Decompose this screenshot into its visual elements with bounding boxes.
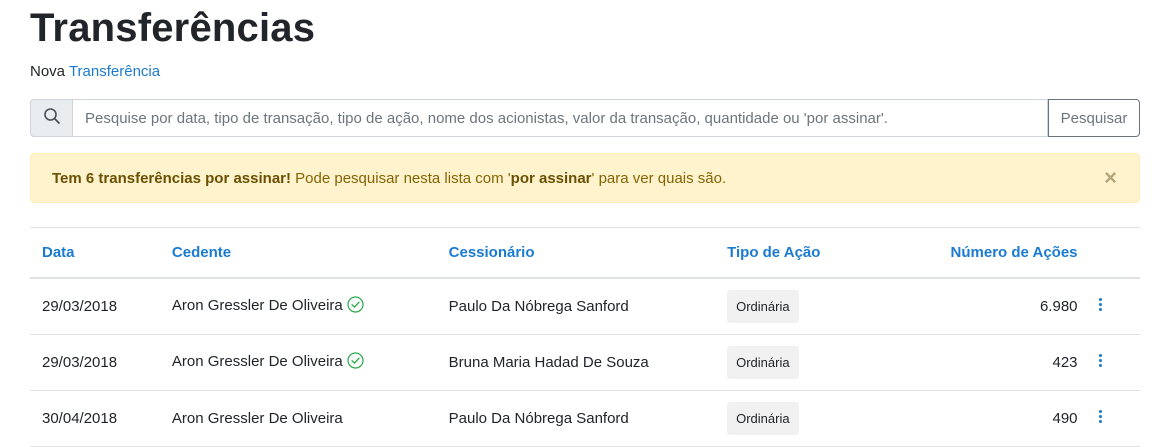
cell-cessionario: Bruna Maria Hadad De Souza xyxy=(436,334,716,391)
kebab-menu-icon[interactable] xyxy=(1096,408,1106,425)
cell-actions xyxy=(1083,278,1140,335)
table-header-row: Data Cedente Cessionário Tipo de Ação Nú… xyxy=(30,227,1140,279)
kebab-menu-icon[interactable] xyxy=(1096,352,1106,369)
header-tipo-acao[interactable]: Tipo de Ação xyxy=(715,227,903,279)
table-row[interactable]: 29/03/2018 Aron Gressler De Oliveira Bru… xyxy=(30,334,1140,391)
cell-date: 30/04/2018 xyxy=(30,390,160,447)
cell-date: 29/03/2018 xyxy=(30,334,160,391)
search-button[interactable]: Pesquisar xyxy=(1048,99,1140,137)
header-cessionario[interactable]: Cessionário xyxy=(436,227,716,279)
cedente-name: Aron Gressler De Oliveira xyxy=(171,297,343,314)
page-title: Transferências xyxy=(30,6,316,50)
alert-text-2: ' para ver quais são. xyxy=(591,169,727,187)
cell-tipo: Ordinária xyxy=(715,390,903,447)
cedente-name: Aron Gressler De Oliveira xyxy=(171,353,343,370)
page: Transferências Nova Transferência Pesqui… xyxy=(0,0,1162,447)
cell-numero: 6.980 xyxy=(902,278,1084,335)
check-circle-icon xyxy=(347,352,364,373)
search-input[interactable] xyxy=(72,99,1048,137)
kebab-menu-icon[interactable] xyxy=(1096,296,1106,313)
alert-keyword: por assinar xyxy=(510,169,592,187)
header-actions xyxy=(1083,227,1140,279)
search-addon xyxy=(30,99,72,137)
alert-message: Tem 6 transferências por assinar! Pode p… xyxy=(52,170,726,187)
search-bar: Pesquisar xyxy=(30,99,1140,137)
pending-signature-alert: Tem 6 transferências por assinar! Pode p… xyxy=(30,153,1140,203)
cell-cedente: Aron Gressler De Oliveira xyxy=(159,278,437,335)
table-row[interactable]: 29/03/2018 Aron Gressler De Oliveira Pau… xyxy=(30,278,1140,335)
share-type-badge: Ordinária xyxy=(727,346,799,379)
alert-bold-text: Tem 6 transferências por assinar! xyxy=(52,169,291,187)
cedente-name: Aron Gressler De Oliveira xyxy=(171,410,343,427)
table-row[interactable]: 30/04/2018 Aron Gressler De Oliveira Pau… xyxy=(30,390,1140,447)
header-cedente[interactable]: Cedente xyxy=(159,227,437,279)
cell-tipo: Ordinária xyxy=(715,278,903,335)
cell-numero: 490 xyxy=(902,390,1084,447)
alert-text-1: Pode pesquisar nesta lista com ' xyxy=(291,169,511,187)
new-transfer-link[interactable]: Transferência xyxy=(69,63,160,80)
header-numero-acoes[interactable]: Número de Ações xyxy=(902,227,1084,279)
share-type-badge: Ordinária xyxy=(727,290,799,323)
cell-date: 29/03/2018 xyxy=(30,278,160,335)
check-circle-icon xyxy=(347,296,364,317)
subnav: Nova Transferência xyxy=(30,63,160,80)
cell-tipo: Ordinária xyxy=(715,334,903,391)
cell-actions xyxy=(1083,334,1140,391)
close-icon[interactable]: × xyxy=(1104,167,1117,189)
cell-cessionario: Paulo Da Nóbrega Sanford xyxy=(436,390,716,447)
search-icon xyxy=(43,107,61,130)
header-date[interactable]: Data xyxy=(30,227,160,279)
subnav-prefix: Nova xyxy=(30,63,66,80)
cell-cedente: Aron Gressler De Oliveira xyxy=(159,390,437,447)
cell-cedente: Aron Gressler De Oliveira xyxy=(159,334,437,391)
share-type-badge: Ordinária xyxy=(727,402,799,435)
cell-actions xyxy=(1083,390,1140,447)
transfers-table: Data Cedente Cessionário Tipo de Ação Nú… xyxy=(30,227,1140,447)
cell-numero: 423 xyxy=(902,334,1084,391)
cell-cessionario: Paulo Da Nóbrega Sanford xyxy=(436,278,716,335)
